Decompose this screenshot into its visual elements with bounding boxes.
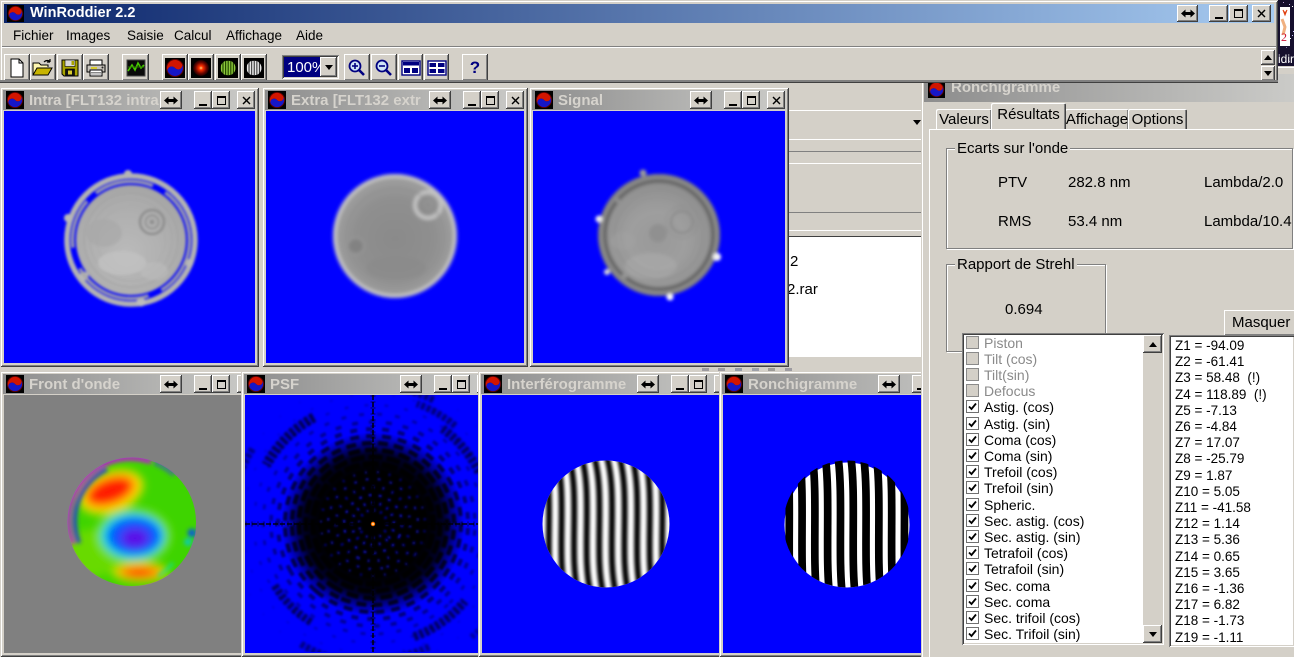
svg-text:2: 2 [1281,30,1287,44]
